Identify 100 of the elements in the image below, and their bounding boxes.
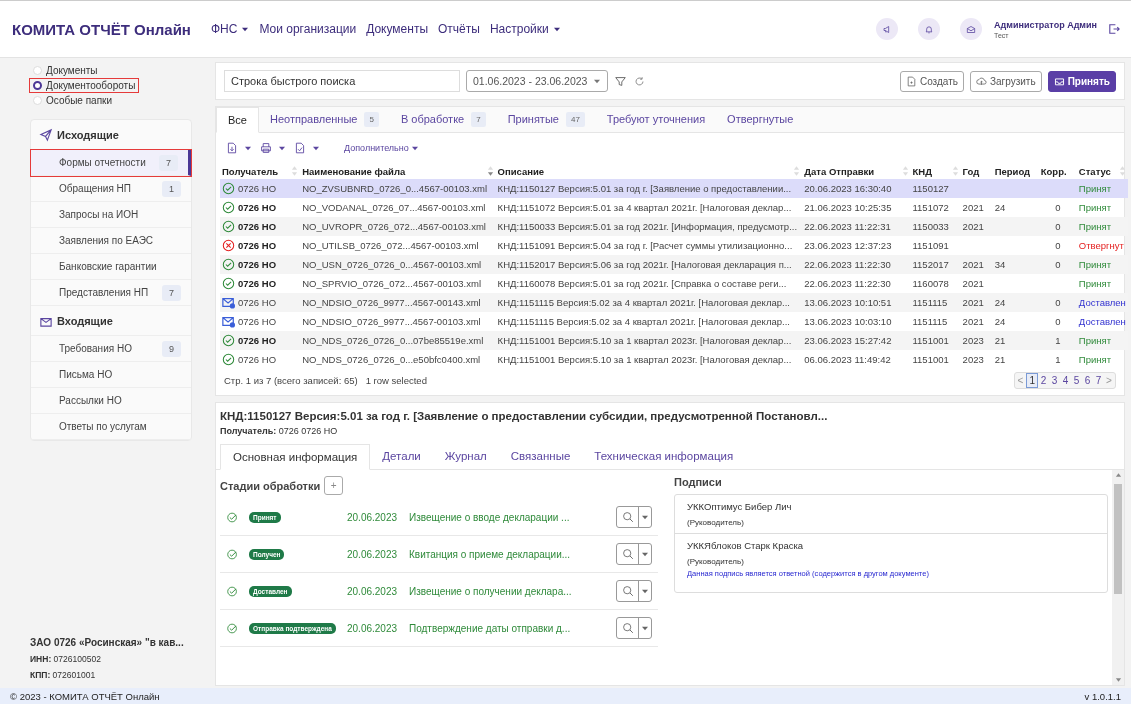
- table-row[interactable]: 0726 НО NO_NDSIO_0726_9977...4567-00143.xml КНД:1151115 Версия:5.02 за 4 квартал 2021г. [Налоговая деклар... 13.06.2023 10:10:51 1151115 2021 24 0 Доставлен: [220, 293, 1128, 312]
- caret-icon: [241, 26, 250, 32]
- column-header[interactable]: Наименование файла: [300, 163, 496, 179]
- table-cell: 24: [992, 312, 1039, 331]
- more-menu-button[interactable]: Дополнительно: [338, 142, 425, 154]
- view-split-button[interactable]: [616, 617, 652, 639]
- view-split-button[interactable]: [616, 506, 652, 528]
- radio-option[interactable]: Документы: [30, 64, 101, 77]
- column-header[interactable]: Статус: [1076, 163, 1128, 179]
- document-check-button[interactable]: [294, 142, 320, 154]
- stage-description[interactable]: Квитанция о приеме декларации...: [409, 548, 616, 560]
- table-cell: 20.06.2023 16:30:40: [802, 179, 911, 198]
- status-text: Принят: [1076, 331, 1128, 350]
- nav-menu-item[interactable]: Настройки: [485, 19, 565, 39]
- date-range-picker[interactable]: 01.06.2023 - 23.06.2023: [466, 70, 609, 92]
- tab[interactable]: Журнал: [432, 443, 499, 469]
- table-row[interactable]: 0726 НО NO_UVROPR_0726_072...4567-00103.xml КНД:1150033 Версия:5.01 за год 2021г. [Информация, предусмотр... 22.06.2023 11:22:31 1150033 2021 0 Принят: [220, 217, 1128, 236]
- tab[interactable]: Связанные: [498, 443, 583, 469]
- tab[interactable]: Детали: [370, 443, 433, 469]
- table-row[interactable]: 0726 НО NO_VODANAL_0726_07...4567-00103.xml КНД:1151072 Версия:5.01 за 4 квартал 2021г. [Налоговая деклар... 21.06.2023 10:25:35 1151072 2021 24 0 Принят: [220, 198, 1128, 217]
- sidebar-item[interactable]: Требования НО 9: [31, 336, 191, 362]
- sidebar-item[interactable]: Заявления по ЕАЭС: [31, 228, 191, 254]
- tab[interactable]: Основная информация: [220, 444, 371, 470]
- table-cell: 13.06.2023 10:10:51: [802, 293, 911, 312]
- upload-button[interactable]: Загрузить: [969, 70, 1042, 92]
- nav-menu-item[interactable]: ФНС: [206, 19, 254, 39]
- nav-menu-item[interactable]: Мои организации: [255, 19, 361, 39]
- column-header[interactable]: Описание: [495, 163, 803, 179]
- sidebar-item[interactable]: Письма НО: [31, 362, 191, 388]
- table-cell: 34: [992, 255, 1039, 274]
- sidebar-item[interactable]: Представления НП 7: [31, 280, 191, 306]
- radio-option[interactable]: Особые папки: [30, 94, 116, 107]
- sidebar-item[interactable]: Рассылки НО: [31, 388, 191, 414]
- tab[interactable]: Принятые 47: [496, 106, 596, 132]
- refresh-icon[interactable]: [633, 74, 647, 88]
- table-row[interactable]: 0726 НО NO_SPRVIO_0726_072...4567-00103.xml КНД:1160078 Версия:5.01 за год 2021г. [Справка о составе реги... 22.06.2023 11:22:30 1160078 2021 Принят: [220, 274, 1128, 293]
- create-button[interactable]: Создать: [899, 70, 964, 92]
- stage-description[interactable]: Извещение о вводе декларации ...: [409, 511, 616, 523]
- accept-button[interactable]: Принять: [1047, 70, 1116, 92]
- table-row[interactable]: 0726 НО NO_ZVSUBNRD_0726_0...4567-00103.xml КНД:1150127 Версия:5.01 за год г. [Заявление о предоставлении... 20.06.2023 16:30:40 1150127 Принят: [220, 179, 1128, 198]
- stage-description[interactable]: Извещение о получении деклара...: [409, 585, 616, 597]
- page-button[interactable]: 5: [1071, 373, 1082, 388]
- column-header[interactable]: Получатель: [220, 163, 301, 179]
- table-row[interactable]: 0726 НО NO_UTILSB_0726_072...4567-00103.xml КНД:1151091 Версия:5.04 за год г. [Расчет суммы утилизационно... 23.06.2023 12:37:23 1151091 0 Отвергнут: [220, 236, 1128, 255]
- section-title: Стадии обработки: [220, 479, 321, 492]
- table-row[interactable]: 0726 НО NO_NDS_0726_0726_0...07be85519e.xml КНД:1151001 Версия:5.10 за 1 квартал 2023г. [Налоговая деклар... 23.06.2023 15:27:42 1151001 2023 21 1 Принят: [220, 331, 1128, 350]
- tab[interactable]: Неотправленные 5: [258, 106, 390, 132]
- search-icon: [621, 548, 634, 560]
- column-header[interactable]: Корр.: [1038, 163, 1077, 179]
- table-cell: 2021: [960, 198, 993, 217]
- radio-option[interactable]: Документообороты: [30, 79, 139, 92]
- caret-icon: [244, 145, 252, 151]
- page-button[interactable]: 2: [1038, 373, 1049, 388]
- table-row[interactable]: 0726 НО NO_NDS_0726_0726_0...e50bfc0400.xml КНД:1151001 Версия:5.10 за 1 квартал 2023г. [Налоговая деклар... 06.06.2023 11:49:42 1151001 2023 21 1 Принят: [220, 350, 1128, 369]
- view-split-button[interactable]: [616, 543, 652, 565]
- status-text: Отвергнут: [1076, 236, 1128, 255]
- add-button[interactable]: +: [324, 476, 344, 495]
- page-button[interactable]: 7: [1093, 373, 1104, 388]
- envelope-icon: [222, 315, 235, 328]
- table-cell: 1151115: [910, 293, 961, 312]
- column-header[interactable]: Год: [960, 163, 993, 179]
- signer-name: УККЯблоков Старк Краска: [687, 540, 805, 551]
- filter-icon[interactable]: [614, 74, 628, 88]
- scrollbar[interactable]: [1112, 470, 1124, 685]
- copyright-text: © 2023 - КОМИТА ОТЧЁТ Онлайн: [10, 690, 160, 702]
- page-button[interactable]: 4: [1060, 373, 1071, 388]
- tab[interactable]: Требуют уточнения: [595, 106, 717, 132]
- sidebar-item[interactable]: Формы отчетности 7: [31, 150, 191, 176]
- table-cell: 0726 НО: [238, 183, 277, 194]
- sidebar-item[interactable]: Ответы по услугам: [31, 414, 191, 440]
- table-cell: 22.06.2023 11:22:31: [802, 217, 911, 236]
- sidebar-item[interactable]: Банковские гарантии: [31, 254, 191, 280]
- bell-button[interactable]: [918, 18, 941, 40]
- logout-icon[interactable]: [1107, 22, 1121, 36]
- search-field[interactable]: Строка быстрого поиска: [224, 70, 460, 92]
- page-button[interactable]: 3: [1049, 373, 1060, 388]
- table-row[interactable]: 0726 НО NO_NDSIO_0726_9977...4567-00103.xml КНД:1151115 Версия:5.02 за 4 квартал 2021г. [Налоговая деклар... 13.06.2023 10:03:10 1151115 2021 24 0 Доставлен: [220, 312, 1128, 331]
- tab[interactable]: Отвергнутые: [716, 106, 805, 132]
- page-button[interactable]: 1: [1026, 373, 1038, 388]
- envelope-button[interactable]: [960, 18, 983, 40]
- column-header[interactable]: КНД: [910, 163, 961, 179]
- column-header[interactable]: Дата Отправки: [802, 163, 911, 179]
- nav-menu-item[interactable]: Документы: [362, 19, 433, 39]
- tab[interactable]: Все: [216, 107, 259, 133]
- nav-menu-item[interactable]: Отчёты: [434, 19, 484, 39]
- view-split-button[interactable]: [616, 580, 652, 602]
- column-header[interactable]: Период: [992, 163, 1039, 179]
- printer-button[interactable]: [260, 142, 286, 154]
- megaphone-button[interactable]: [876, 18, 899, 40]
- table-row[interactable]: 0726 НО NO_USN_0726_0726_0...4567-00103.xml КНД:1152017 Версия:5.06 за год 2021г. [Налоговая декларация п... 22.06.2023 11:22:30 1152017 2021 34 0 Принят: [220, 255, 1128, 274]
- tab[interactable]: Техническая информация: [582, 443, 746, 469]
- table-cell: 1151115: [910, 312, 961, 331]
- table-cell: КНД:1151001 Версия:5.10 за 1 квартал 2023г. [Налоговая деклар...: [495, 331, 803, 350]
- tab[interactable]: В обработке 7: [389, 106, 497, 132]
- table-cell: 24: [992, 198, 1039, 217]
- download-button[interactable]: [226, 142, 252, 154]
- stage-description[interactable]: Подтверждение даты отправки д...: [409, 622, 616, 634]
- page-button[interactable]: 6: [1082, 373, 1093, 388]
- sidebar-item[interactable]: Обращения НП 1: [31, 176, 191, 202]
- sidebar-item[interactable]: Запросы на ИОН: [31, 202, 191, 228]
